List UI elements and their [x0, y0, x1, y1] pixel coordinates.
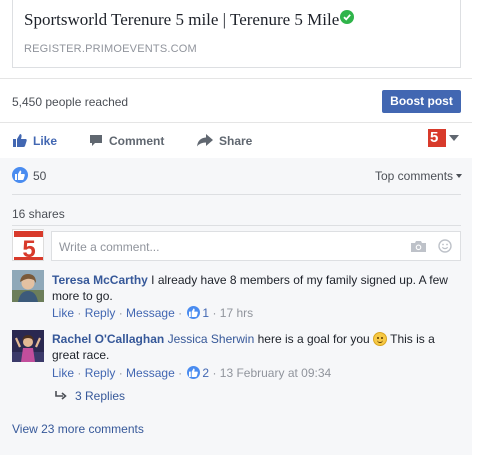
comment-message: here is a goal for you: [254, 332, 373, 346]
reach-text[interactable]: 5,450 people reached: [12, 95, 128, 109]
comment-author[interactable]: Rachel O'Callaghan: [52, 332, 164, 346]
divider: [12, 225, 461, 226]
boost-post-button[interactable]: Boost post: [382, 90, 461, 113]
avatar[interactable]: [12, 270, 44, 302]
like-button[interactable]: Like: [13, 128, 57, 154]
like-reaction-icon: [187, 366, 201, 379]
comment-like-count[interactable]: 2: [202, 366, 209, 380]
chevron-down-icon[interactable]: [449, 135, 459, 141]
smiley-icon[interactable]: [438, 239, 452, 256]
comment-meta: Like · Reply · Message · 2 · 13 February…: [52, 366, 332, 380]
view-more-comments-link[interactable]: View 23 more comments: [12, 422, 144, 436]
sort-label: Top comments: [375, 169, 454, 183]
divider: [0, 122, 472, 123]
page-avatar[interactable]: 5: [12, 229, 44, 261]
link-preview-card[interactable]: Sportsworld Terenure 5 mile | Terenure 5…: [12, 0, 461, 68]
comment-placeholder: Write a comment...: [59, 240, 160, 254]
link-domain: REGISTER.PRIMOEVENTS.COM: [24, 43, 197, 55]
link-title-text[interactable]: Sportsworld Terenure 5 mile | Terenure 5…: [24, 10, 339, 29]
comment-timestamp[interactable]: 17 hrs: [220, 306, 253, 320]
view-replies-link[interactable]: 3 Replies: [55, 389, 125, 404]
comment-reply-link[interactable]: Reply: [85, 366, 116, 380]
comment-meta: Like · Reply · Message · 1 · 17 hrs: [52, 306, 254, 320]
comment-author[interactable]: Teresa McCarthy: [52, 273, 148, 287]
comment-message-link[interactable]: Message: [126, 306, 175, 320]
comment-timestamp[interactable]: 13 February at 09:34: [220, 366, 331, 380]
camera-icon[interactable]: [411, 240, 426, 255]
replies-count: 3 Replies: [75, 389, 126, 403]
comment-button[interactable]: Comment: [89, 128, 164, 154]
comment-text: Rachel O'Callaghan Jessica Sherwin here …: [52, 331, 452, 363]
comment-icon: [89, 130, 103, 156]
share-label: Share: [219, 134, 253, 148]
action-bar: Like Comment Share: [0, 128, 472, 154]
likes-count[interactable]: 50: [33, 169, 46, 183]
like-reaction-icon: [12, 167, 28, 183]
comment-like-link[interactable]: Like: [52, 306, 74, 320]
caret-down-icon: [456, 174, 463, 178]
divider: [12, 194, 461, 195]
share-arrow-icon: [197, 130, 213, 156]
comment-like-count[interactable]: 1: [202, 306, 209, 320]
comment-like-link[interactable]: Like: [52, 366, 74, 380]
tagged-user[interactable]: Jessica Sherwin: [168, 332, 255, 346]
comment-reply-link[interactable]: Reply: [85, 306, 116, 320]
like-label: Like: [33, 134, 58, 148]
verified-check-icon: [340, 10, 355, 24]
comment-message-link[interactable]: Message: [126, 366, 175, 380]
comment-label: Comment: [109, 134, 165, 148]
page-avatar-text: 5: [430, 129, 439, 146]
thumbs-up-icon: [13, 130, 27, 156]
comment-sort-dropdown[interactable]: Top comments: [375, 169, 463, 183]
divider: [0, 78, 472, 79]
reply-arrow-icon: [55, 390, 67, 404]
share-button[interactable]: Share: [197, 128, 252, 154]
page-identity-avatar[interactable]: 5: [428, 129, 446, 147]
like-reaction-icon: [187, 306, 201, 319]
avatar[interactable]: [12, 330, 44, 362]
comment-text: Teresa McCarthy I already have 8 members…: [52, 272, 452, 304]
link-title[interactable]: Sportsworld Terenure 5 mile | Terenure 5…: [24, 10, 355, 30]
smiley-emoji-icon: [373, 332, 387, 346]
comment-input[interactable]: Write a comment...: [51, 231, 461, 261]
shares-count[interactable]: 16 shares: [12, 207, 65, 221]
